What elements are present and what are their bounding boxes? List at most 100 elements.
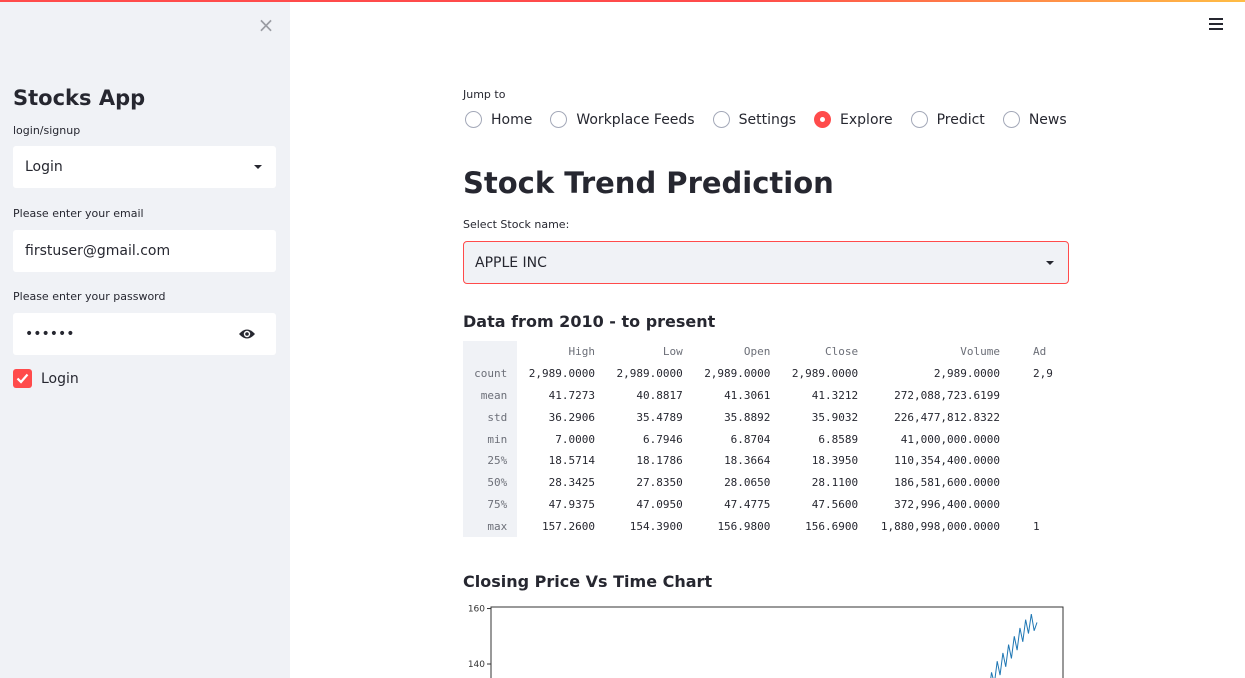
- column-header: Volume: [868, 341, 1011, 363]
- radio-label: Home: [491, 111, 533, 128]
- row-label: 75%: [463, 493, 518, 516]
- chevron-down-icon: [1046, 261, 1054, 265]
- page-radio-group: Home Workplace Feeds Settings Explore Pr…: [465, 111, 1085, 128]
- table-cell: 157.2600: [542, 519, 595, 533]
- data-heading: Data from 2010 - to present: [463, 312, 716, 331]
- table-cell: 35.9032: [811, 410, 859, 424]
- table-cell: 18.3664: [724, 454, 771, 468]
- table-cell: 36.2906: [548, 410, 595, 424]
- y-tick-label: 160: [468, 605, 485, 615]
- row-label: 50%: [463, 471, 518, 494]
- table-cell: 18.5714: [548, 454, 595, 468]
- radio-label: Explore: [840, 111, 893, 128]
- table-cell: [1010, 428, 1063, 450]
- stats-table[interactable]: High Low Open Close Volume Ad count 2,98…: [463, 341, 1063, 544]
- table-cell: 1,880,998,000.0000: [880, 519, 1001, 533]
- table-cell: 2,989.0000: [616, 367, 683, 381]
- chevron-down-icon: [254, 165, 262, 169]
- app-title: Stocks App: [13, 86, 146, 110]
- table-cell: 47.4775: [724, 497, 771, 511]
- table-cell: [1010, 494, 1063, 516]
- jump-to-label: Jump to: [463, 88, 506, 101]
- radio-label: Settings: [738, 111, 797, 128]
- hamburger-icon[interactable]: [1209, 18, 1223, 32]
- table-cell: 272,088,723.6199: [894, 388, 1001, 402]
- radio-circle[interactable]: [550, 111, 568, 128]
- radio-circle[interactable]: [910, 111, 928, 128]
- closing-price-series-line: [990, 614, 1038, 678]
- close-icon[interactable]: ×: [257, 15, 275, 35]
- login-checkbox-row[interactable]: Login: [13, 369, 79, 388]
- column-header: Close: [780, 341, 869, 363]
- table-cell: 2,989.0000: [791, 367, 859, 381]
- check-icon: [16, 373, 29, 384]
- table-cell: 47.0950: [636, 497, 683, 511]
- radio-circle[interactable]: [465, 111, 482, 128]
- row-label: count: [463, 362, 518, 385]
- login-checkbox[interactable]: [13, 369, 32, 388]
- table-cell: 6.8589: [818, 432, 859, 446]
- top-decoration-bar: [0, 0, 1245, 2]
- table-cell: 2,9: [1033, 367, 1053, 381]
- table-cell: 35.4789: [636, 410, 683, 424]
- radio-circle-selected[interactable]: [814, 111, 832, 128]
- table-cell: 156.6900: [805, 519, 859, 533]
- password-value: ••••••: [25, 326, 75, 342]
- stock-select-label: Select Stock name:: [463, 218, 570, 231]
- sidebar: × Stocks App login/signup Login Please e…: [0, 0, 290, 678]
- auth-mode-select[interactable]: Login: [13, 146, 276, 188]
- table-cell: 27.8350: [636, 476, 683, 490]
- radio-predict[interactable]: Predict: [910, 111, 985, 128]
- table-cell: 41.7273: [548, 388, 595, 402]
- eye-icon[interactable]: [238, 327, 256, 341]
- stock-select[interactable]: APPLE INC: [463, 241, 1069, 284]
- y-tick-label: 140: [468, 660, 485, 670]
- radio-explore[interactable]: Explore: [814, 111, 893, 128]
- chart-frame: [490, 606, 1064, 678]
- table-cell: 41.3212: [811, 388, 859, 402]
- login-checkbox-label: Login: [41, 370, 79, 387]
- table-cell: 28.0650: [724, 476, 771, 490]
- table-cell: [1010, 406, 1063, 428]
- radio-home[interactable]: Home: [465, 111, 532, 128]
- radio-label: News: [1028, 111, 1067, 128]
- table-row: std 36.2906 35.4789 35.8892 35.9032 226,…: [463, 406, 1063, 429]
- table-row: 25% 18.5714 18.1786 18.3664 18.3950 110,…: [463, 449, 1063, 472]
- row-label: 25%: [463, 449, 518, 472]
- email-label: Please enter your email: [13, 207, 144, 220]
- radio-circle[interactable]: [712, 111, 730, 128]
- column-header: Ad: [1010, 341, 1063, 363]
- table-cell: [1010, 472, 1063, 494]
- table-row: 50% 28.3425 27.8350 28.0650 28.1100 186,…: [463, 471, 1063, 494]
- radio-label: Predict: [936, 111, 985, 128]
- table-cell: 28.3425: [548, 476, 595, 490]
- closing-price-chart: 160 140: [463, 603, 1065, 678]
- auth-mode-label: login/signup: [13, 124, 81, 137]
- password-label: Please enter your password: [13, 290, 166, 303]
- table-cell: [1010, 450, 1063, 472]
- table-cell: 7.0000: [555, 432, 595, 446]
- stock-select-value: APPLE INC: [475, 254, 547, 271]
- table-cell: 226,477,812.8322: [894, 410, 1001, 424]
- table-cell: 40.8817: [636, 388, 683, 402]
- radio-settings[interactable]: Settings: [712, 111, 797, 128]
- table-row: min 7.0000 6.7946 6.8704 6.8589 41,000,0…: [463, 428, 1063, 450]
- row-label: max: [463, 515, 518, 538]
- table-cell: 6.8704: [730, 432, 771, 446]
- radio-circle[interactable]: [1002, 111, 1020, 128]
- radio-news[interactable]: News: [1002, 111, 1067, 128]
- table-cell: [1010, 385, 1063, 407]
- table-corner: [463, 341, 518, 363]
- table-cell: 47.9375: [548, 497, 595, 511]
- page-title: Stock Trend Prediction: [463, 166, 834, 200]
- table-cell: 156.9800: [717, 519, 771, 533]
- radio-label: Workplace Feeds: [576, 111, 695, 128]
- email-field[interactable]: firstuser@gmail.com: [13, 230, 276, 272]
- radio-workplace-feeds[interactable]: Workplace Feeds: [550, 111, 695, 128]
- column-header: Open: [692, 341, 781, 363]
- chart-svg: 160 140: [468, 605, 1064, 678]
- password-field[interactable]: ••••••: [13, 313, 276, 355]
- email-value: firstuser@gmail.com: [25, 243, 171, 259]
- row-label: std: [463, 406, 518, 429]
- table-cell: 47.5600: [811, 497, 859, 511]
